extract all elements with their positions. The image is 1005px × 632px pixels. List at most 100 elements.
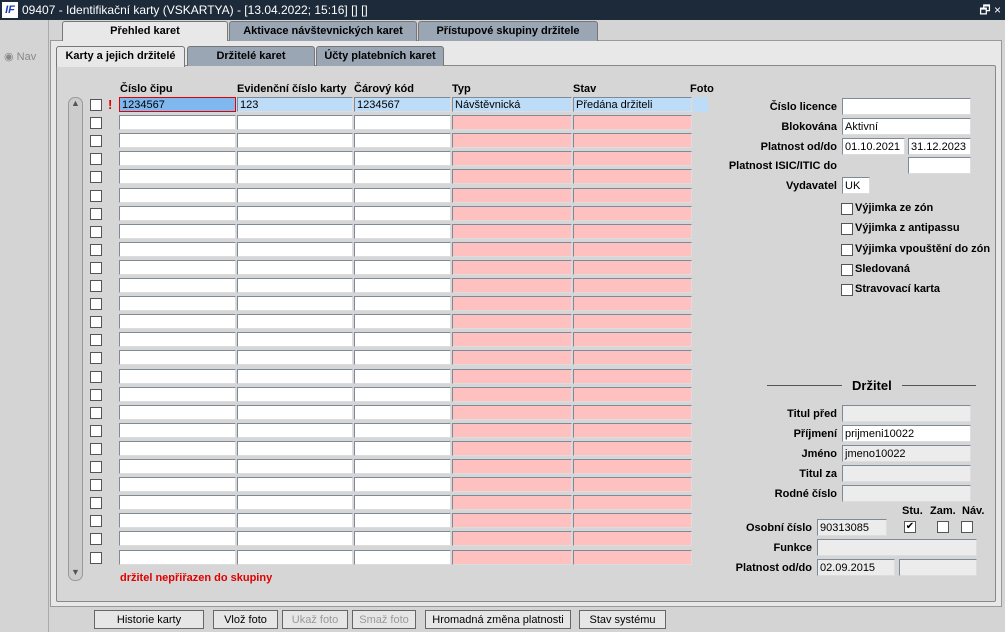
tab-karty-drzitele[interactable]: Karty a jejich držitelé xyxy=(56,46,185,67)
rodne-cislo-field[interactable] xyxy=(842,485,971,502)
ukaz-foto-button[interactable]: Ukaž foto xyxy=(282,610,348,629)
grid-cell-carovy[interactable]: 1234567 xyxy=(354,97,451,112)
grid-cell-stav[interactable] xyxy=(573,386,692,402)
grid-cell-typ[interactable] xyxy=(452,115,572,131)
grid-cell-cislo-cipu[interactable] xyxy=(119,549,236,565)
grid-cell-typ[interactable]: Návštěvnická xyxy=(452,97,572,112)
grid-cell-typ[interactable] xyxy=(452,404,572,420)
row-select-checkbox[interactable] xyxy=(90,334,102,347)
grid-cell-carovy[interactable] xyxy=(354,223,451,239)
grid-cell-evidencni[interactable] xyxy=(237,296,353,312)
grid-cell-carovy[interactable] xyxy=(354,422,451,438)
grid-cell-evidencni[interactable] xyxy=(237,459,353,474)
grid-cell-typ[interactable] xyxy=(452,422,572,438)
grid-cell-cislo-cipu[interactable] xyxy=(119,205,236,221)
row-select-checkbox[interactable] xyxy=(90,225,102,238)
grid-cell-evidencni[interactable] xyxy=(237,169,353,185)
grid-cell-typ[interactable] xyxy=(452,459,572,474)
row-select-checkbox[interactable] xyxy=(90,99,102,111)
grid-cell-carovy[interactable] xyxy=(354,404,451,420)
grid-cell-cislo-cipu[interactable] xyxy=(119,350,236,366)
row-select-checkbox[interactable] xyxy=(90,117,102,130)
grid-cell-typ[interactable] xyxy=(452,477,572,493)
grid-cell-stav[interactable] xyxy=(573,477,692,493)
grid-cell-evidencni[interactable] xyxy=(237,477,353,493)
tab-aktivace[interactable]: Aktivace návštevnických karet xyxy=(229,21,417,41)
grid-cell-evidencni[interactable] xyxy=(237,241,353,257)
grid-cell-cislo-cipu[interactable] xyxy=(119,477,236,493)
platnost-do-field[interactable]: 31.12.2023 xyxy=(908,138,971,155)
grid-cell-stav[interactable] xyxy=(573,368,692,384)
grid-cell-stav[interactable] xyxy=(573,223,692,239)
grid-cell-stav[interactable] xyxy=(573,259,692,275)
row-select-checkbox[interactable] xyxy=(90,207,102,220)
tab-drzitele-karet[interactable]: Držitelé karet xyxy=(187,46,315,66)
smaz-foto-button[interactable]: Smaž foto xyxy=(352,610,416,629)
grid-cell-cislo-cipu[interactable] xyxy=(119,187,236,203)
grid-cell-typ[interactable] xyxy=(452,296,572,312)
cislo-licence-field[interactable] xyxy=(842,98,971,115)
grid-cell-cislo-cipu[interactable]: 1234567 xyxy=(119,97,236,112)
row-select-checkbox[interactable] xyxy=(90,388,102,401)
grid-cell-typ[interactable] xyxy=(452,332,572,348)
grid-cell-foto[interactable] xyxy=(693,97,708,112)
grid-cell-cislo-cipu[interactable] xyxy=(119,169,236,185)
grid-cell-typ[interactable] xyxy=(452,314,572,330)
grid-cell-cislo-cipu[interactable] xyxy=(119,513,236,529)
grid-cell-typ[interactable] xyxy=(452,133,572,149)
grid-cell-cislo-cipu[interactable] xyxy=(119,259,236,275)
grid-cell-typ[interactable] xyxy=(452,440,572,456)
tab-pristupove-skupiny[interactable]: Přístupové skupiny držitele xyxy=(418,21,598,41)
grid-cell-typ[interactable] xyxy=(452,187,572,203)
grid-cell-stav[interactable] xyxy=(573,513,692,529)
grid-cell-stav[interactable] xyxy=(573,404,692,420)
grid-cell-stav[interactable] xyxy=(573,332,692,348)
row-select-checkbox[interactable] xyxy=(90,370,102,383)
row-select-checkbox[interactable] xyxy=(90,261,102,274)
grid-cell-stav[interactable] xyxy=(573,151,692,167)
grid-cell-typ[interactable] xyxy=(452,350,572,366)
grid-scrollbar[interactable]: ▲ ▼ xyxy=(68,97,83,581)
prijmeni-field[interactable]: prijmeni10022 xyxy=(842,425,971,442)
row-select-checkbox[interactable] xyxy=(90,352,102,365)
isic-field[interactable] xyxy=(908,157,971,174)
platnost-od-field[interactable]: 01.10.2021 xyxy=(842,138,905,155)
exception-checkbox[interactable] xyxy=(841,263,853,276)
grid-cell-cislo-cipu[interactable] xyxy=(119,368,236,384)
grid-cell-evidencni[interactable] xyxy=(237,223,353,239)
grid-cell-evidencni[interactable] xyxy=(237,495,353,511)
grid-cell-stav[interactable] xyxy=(573,440,692,456)
grid-cell-evidencni[interactable] xyxy=(237,404,353,420)
grid-cell-evidencni[interactable] xyxy=(237,350,353,366)
grid-cell-carovy[interactable] xyxy=(354,278,451,293)
grid-cell-stav[interactable] xyxy=(573,549,692,565)
grid-cell-stav[interactable] xyxy=(573,205,692,221)
grid-cell-typ[interactable] xyxy=(452,549,572,565)
grid-cell-evidencni[interactable] xyxy=(237,440,353,456)
grid-cell-typ[interactable] xyxy=(452,205,572,221)
grid-cell-typ[interactable] xyxy=(452,151,572,167)
grid-cell-cislo-cipu[interactable] xyxy=(119,404,236,420)
grid-cell-stav[interactable] xyxy=(573,169,692,185)
grid-cell-cislo-cipu[interactable] xyxy=(119,459,236,474)
hromadna-zmena-button[interactable]: Hromadná změna platnosti xyxy=(425,610,571,629)
row-select-checkbox[interactable] xyxy=(90,189,102,202)
grid-cell-carovy[interactable] xyxy=(354,459,451,474)
grid-cell-evidencni[interactable] xyxy=(237,187,353,203)
grid-cell-stav[interactable] xyxy=(573,531,692,547)
zam-checkbox[interactable] xyxy=(937,521,949,533)
grid-cell-carovy[interactable] xyxy=(354,440,451,456)
tab-prehled-karet[interactable]: Přehled karet xyxy=(62,21,228,41)
grid-cell-cislo-cipu[interactable] xyxy=(119,386,236,402)
vydavatel-field[interactable]: UK xyxy=(842,177,870,194)
grid-cell-carovy[interactable] xyxy=(354,241,451,257)
grid-cell-carovy[interactable] xyxy=(354,205,451,221)
grid-cell-carovy[interactable] xyxy=(354,187,451,203)
grid-cell-cislo-cipu[interactable] xyxy=(119,115,236,131)
grid-cell-cislo-cipu[interactable] xyxy=(119,422,236,438)
grid-cell-evidencni[interactable] xyxy=(237,368,353,384)
grid-cell-evidencni[interactable] xyxy=(237,531,353,547)
grid-cell-typ[interactable] xyxy=(452,495,572,511)
grid-cell-stav[interactable] xyxy=(573,495,692,511)
grid-cell-cislo-cipu[interactable] xyxy=(119,133,236,149)
